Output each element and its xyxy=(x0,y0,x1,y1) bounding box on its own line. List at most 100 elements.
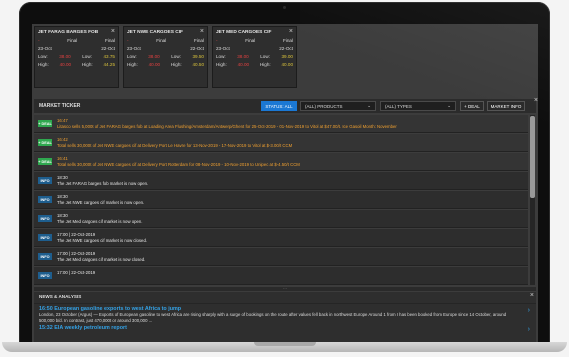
ticker-scrollbar-thumb[interactable] xyxy=(530,116,535,198)
resize-handle[interactable]: ⋯ xyxy=(34,287,536,292)
news-item-title[interactable]: 15:32 EIA weekly petroleum report xyxy=(39,325,531,331)
ticker-row[interactable]: INFO 18:30 The Jet Med cargoes cif market… xyxy=(34,210,528,228)
info-badge: INFO xyxy=(38,272,52,279)
col-label: Final xyxy=(245,38,256,43)
price-card[interactable]: JET FARAG BARGES FOB × - Final Final 23-Oc… xyxy=(34,26,119,88)
low-current: 38.00 xyxy=(148,54,160,59)
ticker-row[interactable]: INFO 17:00 | 22-Oct-2019 The Jet NWE carg… xyxy=(34,229,528,247)
close-icon[interactable]: × xyxy=(200,28,204,35)
chevron-right-icon[interactable]: › xyxy=(528,307,530,314)
types-select[interactable]: (ALL) TYPES ⌄ xyxy=(380,101,456,111)
card-title: JET MED CARGOES CIF xyxy=(216,30,272,35)
ticker-row[interactable]: INFO 17:00 | 22-Oct-2019 The Jet Med carg… xyxy=(34,248,528,266)
date-previous: 22-Oct xyxy=(279,46,293,51)
ticker-message: The Jet Med cargoes cif market is now cl… xyxy=(57,256,146,262)
market-info-button[interactable]: MARKET INFO xyxy=(487,101,525,111)
low-label: Low: xyxy=(127,54,137,59)
ticker-message: The Jet NWE cargoes cif market is now cl… xyxy=(57,237,148,243)
card-title: JET FARAG BARGES FOB xyxy=(38,30,99,35)
ticker-row[interactable]: INFO 18:30 The Jet NWE cargoes cif market… xyxy=(34,191,528,209)
low-current: 38.00 xyxy=(237,54,249,59)
high-current: 40.00 xyxy=(148,62,161,67)
date-current: 23-Oct xyxy=(38,46,52,51)
low-label: Low: xyxy=(171,54,181,59)
low-previous: 39.50 xyxy=(192,54,204,59)
card-title: JET NWE CARGOES CIF xyxy=(127,30,183,35)
date-current: 23-Oct xyxy=(127,46,141,51)
info-badge: INFO xyxy=(38,253,52,260)
minus-icon: - xyxy=(127,38,129,43)
close-icon[interactable]: × xyxy=(289,28,293,35)
col-label: Final xyxy=(194,38,204,43)
low-label: Low: xyxy=(216,54,226,59)
chevron-right-icon[interactable]: › xyxy=(528,326,530,333)
ticker-row[interactable]: + DEAL 16:41 Total sells 30,000t of Jet N… xyxy=(34,153,528,171)
low-previous: 39.00 xyxy=(281,54,293,59)
deal-badge[interactable]: + DEAL xyxy=(38,139,52,146)
camera-dot xyxy=(283,6,286,9)
low-current: 38.00 xyxy=(59,54,71,59)
low-label: Low: xyxy=(260,54,270,59)
col-label: Final xyxy=(156,38,167,43)
date-current: 23-Oct xyxy=(216,46,230,51)
high-previous: 44.25 xyxy=(103,62,116,67)
price-cards: JET FARAG BARGES FOB × - Final Final 23-Oc… xyxy=(34,26,297,88)
close-icon[interactable]: × xyxy=(530,292,534,299)
price-card[interactable]: JET MED CARGOES CIF × - Final Final 23-Oct… xyxy=(212,26,297,88)
info-badge: INFO xyxy=(38,215,52,222)
low-previous: 43.75 xyxy=(103,54,115,59)
ticker-message: Total sells 30,000t of Jet NWE cargoes c… xyxy=(57,142,293,148)
news-item-text: London, 23 October (Argus) — Exports of … xyxy=(39,312,507,323)
col-label: Final xyxy=(283,38,293,43)
price-card[interactable]: JET NWE CARGOES CIF × - Final Final 23-Oct… xyxy=(123,26,208,88)
products-select[interactable]: (ALL) PRODUCTS ⌄ xyxy=(300,101,376,111)
ticker-row[interactable]: + DEAL 16:47 Litasco sells 5,000t of Jet … xyxy=(34,115,528,133)
products-select-value: (ALL) PRODUCTS xyxy=(305,103,343,109)
minus-icon: - xyxy=(216,38,218,43)
chevron-down-icon: ⌄ xyxy=(447,103,451,108)
date-previous: 22-Oct xyxy=(101,46,115,51)
high-label: High: xyxy=(170,62,182,67)
high-label: High: xyxy=(127,62,138,67)
close-icon[interactable]: × xyxy=(111,28,115,35)
news-title: NEWS & ANALYSIS xyxy=(34,292,536,304)
types-select-value: (ALL) TYPES xyxy=(385,103,412,109)
col-label: Final xyxy=(105,38,115,43)
ticker-message: Total sells 30,000t of Jet NWE cargoes c… xyxy=(57,161,300,167)
minus-icon: - xyxy=(38,38,40,43)
status-filter-button[interactable]: STATUS: ALL xyxy=(261,101,297,111)
close-icon[interactable]: × xyxy=(534,97,538,104)
info-badge: INFO xyxy=(38,196,52,203)
high-label: High: xyxy=(216,62,227,67)
col-label: Final xyxy=(67,38,78,43)
news-item[interactable]: 16:50 European gasoline exports to west … xyxy=(34,304,536,323)
deal-badge[interactable]: + DEAL xyxy=(38,120,52,127)
ticker-row[interactable]: INFO 18:30 The Jet FARAG barges fob marke… xyxy=(34,172,528,190)
info-badge: INFO xyxy=(38,177,52,184)
ticker-list: + DEAL 16:47 Litasco sells 5,000t of Jet … xyxy=(34,115,528,285)
ticker-row[interactable]: INFO 17:00 | 22-Oct-2019 xyxy=(34,267,528,285)
ticker-message: The Jet FARAG barges fob market is now o… xyxy=(57,180,149,186)
ticker-message: The Jet NWE cargoes cif market is now op… xyxy=(57,199,145,205)
info-badge: INFO xyxy=(38,234,52,241)
ticker-time: 17:00 | 22-Oct-2019 xyxy=(57,270,96,275)
deal-badge[interactable]: + DEAL xyxy=(38,158,52,165)
ticker-message: The Jet Med cargoes cif market is now op… xyxy=(57,218,143,224)
add-deal-button[interactable]: + DEAL xyxy=(460,101,484,111)
ticker-title: MARKET TICKER xyxy=(39,103,81,109)
high-previous: 40.50 xyxy=(192,62,205,67)
news-item[interactable]: 15:32 EIA weekly petroleum report › xyxy=(34,323,536,333)
high-current: 40.00 xyxy=(59,62,72,67)
high-previous: 40.00 xyxy=(281,62,294,67)
low-label: Low: xyxy=(38,54,48,59)
high-label: High: xyxy=(81,62,93,67)
date-previous: 22-Oct xyxy=(190,46,204,51)
high-label: High: xyxy=(259,62,271,67)
laptop-notch xyxy=(254,342,316,346)
news-panel: NEWS & ANALYSIS × 16:50 European gasolin… xyxy=(34,292,536,342)
ticker-message: Litasco sells 5,000t of Jet FARAG barges… xyxy=(57,123,397,129)
chevron-down-icon: ⌄ xyxy=(367,103,371,108)
ticker-row[interactable]: + DEAL 16:42 Total sells 30,000t of Jet N… xyxy=(34,134,528,152)
high-current: 40.00 xyxy=(237,62,250,67)
ticker-header: MARKET TICKER STATUS: ALL (ALL) PRODUCTS… xyxy=(34,97,538,113)
